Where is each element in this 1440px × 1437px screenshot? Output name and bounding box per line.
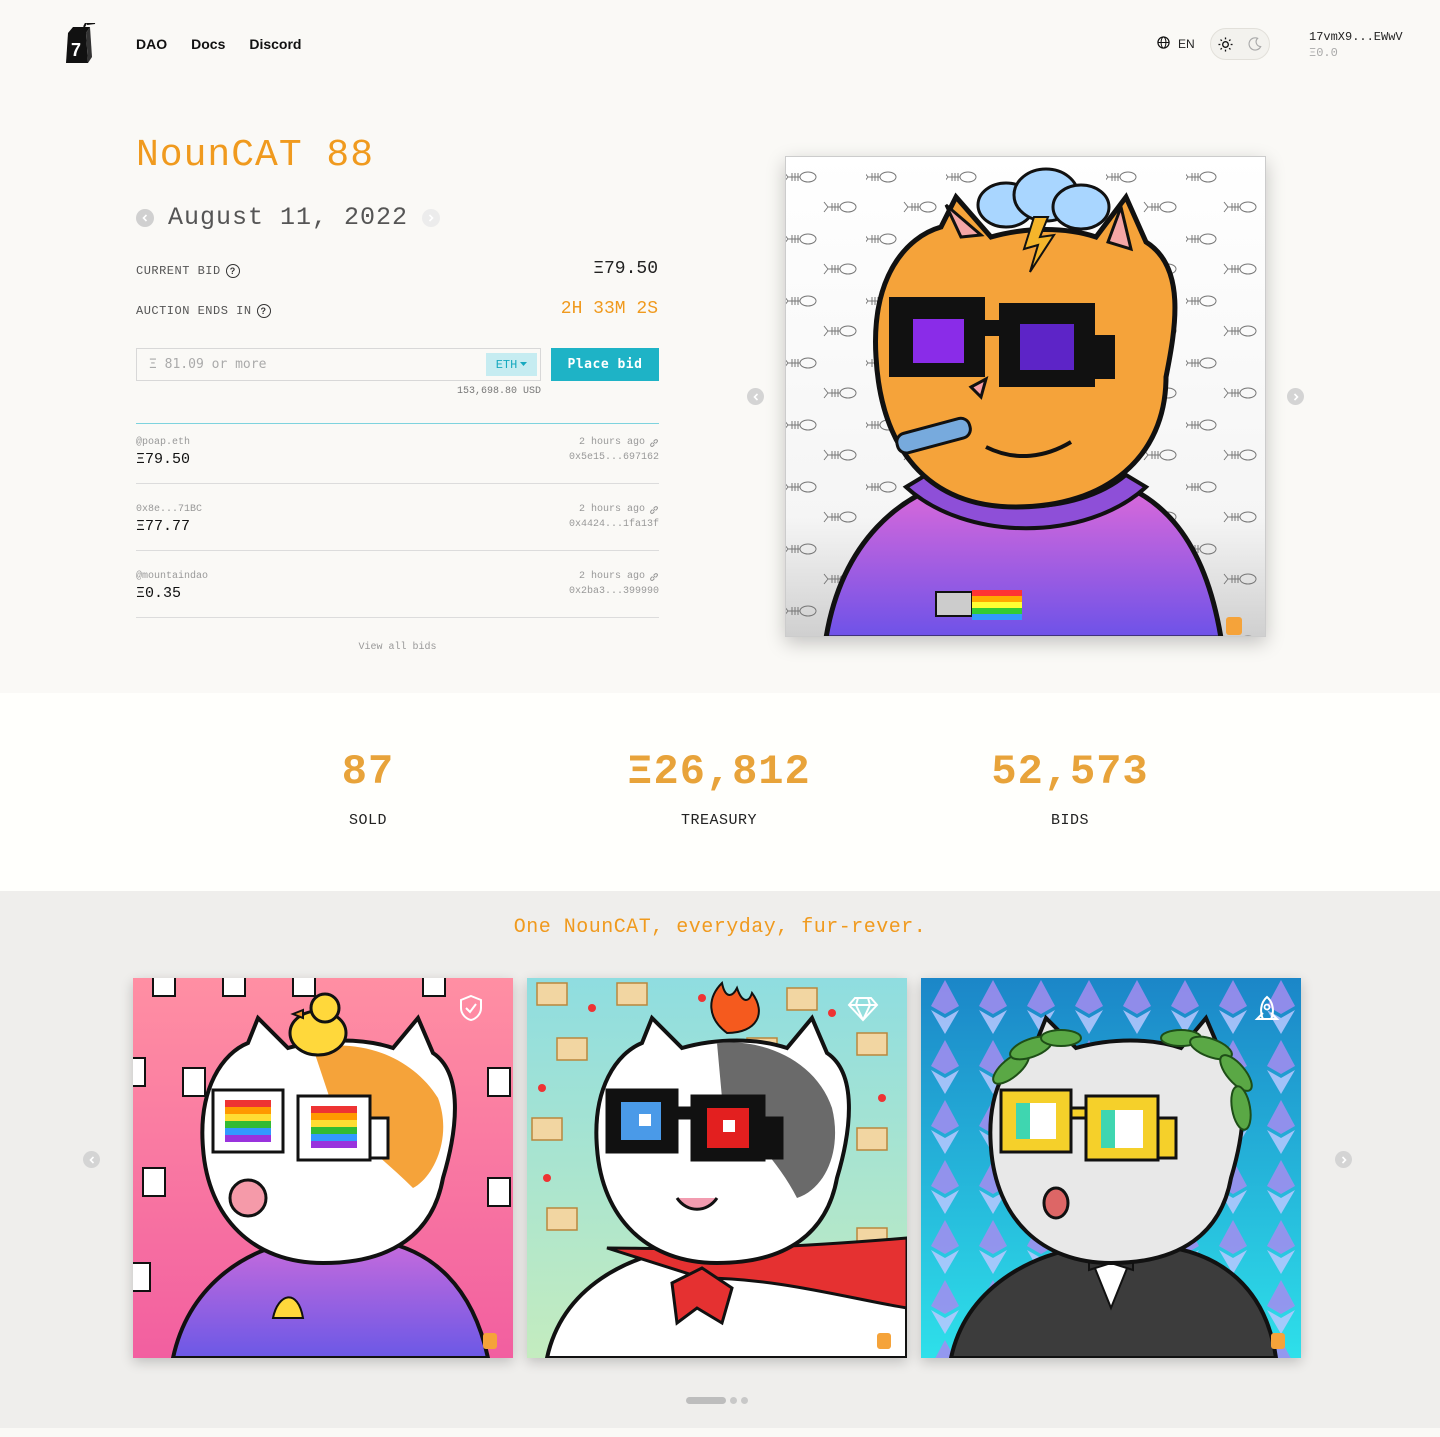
wallet-address: 17vmX9...EWwV <box>1309 30 1403 44</box>
bid-amount: Ξ77.77 <box>136 518 191 535</box>
stats-section: 87 SOLD Ξ26,812 TREASURY 52,573 BIDS <box>0 693 1440 891</box>
current-bid-label-row: CURRENT BID ? <box>136 264 240 278</box>
gallery-tagline: One NounCAT, everyday, fur-rever. <box>513 916 927 939</box>
stat-bids: 52,573 BIDS <box>920 748 1220 829</box>
diamond-icon <box>847 996 879 1027</box>
gallery-card[interactable] <box>527 978 907 1358</box>
juice-box-logo[interactable]: 7 <box>62 20 98 65</box>
bidder[interactable]: @mountaindao <box>136 571 208 582</box>
bid-time-text: 2 hours ago <box>578 504 645 515</box>
bidder[interactable]: 0x8e...71BC <box>136 504 202 515</box>
bid-time-text: 2 hours ago <box>578 437 645 448</box>
bid-amount: Ξ79.50 <box>136 451 191 468</box>
main-nav: DAO Docs Discord <box>136 36 301 52</box>
header: 7 DAO Docs Discord EN 17vmX9...EWwV Ξ0.0 <box>0 0 1440 90</box>
nav-docs-link[interactable]: Docs <box>191 36 225 52</box>
wallet-info[interactable]: 17vmX9...EWwV Ξ0.0 <box>1309 29 1403 61</box>
carousel-dot[interactable] <box>741 1397 748 1404</box>
bid-amount: Ξ0.35 <box>136 585 182 602</box>
carousel-dots <box>686 1397 748 1404</box>
help-icon[interactable]: ? <box>225 264 240 278</box>
link-icon[interactable] <box>649 438 659 448</box>
currency-label: ETH <box>495 357 518 372</box>
tx-hash-link[interactable]: 0x4424...1fa13f <box>569 519 659 530</box>
bid-time: 2 hours ago <box>579 437 659 448</box>
bid-history-row: 0x8e...71BC Ξ77.77 2 hours ago 0x4424...… <box>136 484 659 551</box>
bid-input-group: ETH <box>136 348 541 381</box>
svg-text:7: 7 <box>71 40 81 60</box>
prev-auction-button[interactable] <box>136 208 154 227</box>
sun-icon[interactable] <box>1215 33 1237 55</box>
auction-ends-label: AUCTION ENDS IN <box>136 304 252 318</box>
auction-date: August 11, 2022 <box>168 203 409 232</box>
moon-icon[interactable] <box>1244 33 1266 55</box>
gallery-next-arrow[interactable] <box>1335 1151 1352 1168</box>
link-icon[interactable] <box>649 572 659 582</box>
nav-discord-link[interactable]: Discord <box>249 36 301 52</box>
artwork-prev-arrow[interactable] <box>747 388 764 405</box>
auction-date-row: August 11, 2022 <box>136 203 441 232</box>
link-icon[interactable] <box>649 505 659 515</box>
gallery-section: One NounCAT, everyday, fur-rever. <box>0 891 1440 1428</box>
shield-check-icon <box>459 994 483 1027</box>
stat-label: SOLD <box>348 812 387 829</box>
gallery-prev-arrow[interactable] <box>83 1151 100 1168</box>
carousel-dot[interactable] <box>730 1397 737 1404</box>
help-icon[interactable]: ? <box>256 304 271 318</box>
usd-conversion: 153,698.80 USD <box>456 386 541 397</box>
auction-title: NounCAT 88 <box>136 134 375 177</box>
tx-hash-link[interactable]: 0x5e15...697162 <box>569 452 659 463</box>
stat-treasury: Ξ26,812 TREASURY <box>569 748 869 829</box>
tx-hash-link[interactable]: 0x2ba3...399990 <box>569 586 659 597</box>
stat-value: 52,573 <box>991 748 1149 796</box>
artwork-next-arrow[interactable] <box>1287 388 1304 405</box>
bid-time: 2 hours ago <box>579 504 659 515</box>
stat-label: BIDS <box>1050 812 1089 829</box>
caret-down-icon <box>520 362 528 366</box>
currency-select[interactable]: ETH <box>486 353 537 376</box>
bid-time: 2 hours ago <box>579 571 659 582</box>
current-bid-label: CURRENT BID <box>136 264 221 278</box>
nav-dao-link[interactable]: DAO <box>136 36 167 52</box>
place-bid-button[interactable]: Place bid <box>551 348 659 381</box>
nouncat-artwork <box>785 156 1266 637</box>
theme-toggle[interactable] <box>1210 28 1270 60</box>
carousel-dot-active[interactable] <box>686 1397 726 1404</box>
language-selector[interactable]: EN <box>1157 36 1195 52</box>
auction-ends-label-row: AUCTION ENDS IN ? <box>136 304 271 318</box>
gallery-card[interactable] <box>921 978 1301 1358</box>
bid-history-row: @poap.eth Ξ79.50 2 hours ago 0x5e15...69… <box>136 417 659 484</box>
stat-value: 87 <box>341 748 395 796</box>
current-bid-value: Ξ79.50 <box>593 259 658 279</box>
gallery-card[interactable] <box>133 978 513 1358</box>
next-auction-button[interactable] <box>422 208 441 227</box>
bid-amount-input[interactable] <box>137 349 477 380</box>
bid-history-row: @mountaindao Ξ0.35 2 hours ago 0x2ba3...… <box>136 551 659 618</box>
globe-icon <box>1157 36 1170 52</box>
stat-value: Ξ26,812 <box>627 748 811 796</box>
rocket-icon <box>1254 995 1280 1032</box>
stat-sold: 87 SOLD <box>218 748 518 829</box>
view-all-bids-link[interactable]: View all bids <box>136 642 659 653</box>
bid-time-text: 2 hours ago <box>578 571 645 582</box>
wallet-balance: Ξ0.0 <box>1309 46 1338 60</box>
stat-label: TREASURY <box>680 812 757 829</box>
bidder[interactable]: @poap.eth <box>136 437 190 448</box>
language-label: EN <box>1178 37 1195 51</box>
auction-countdown: 2H 33M 2S <box>560 299 658 319</box>
